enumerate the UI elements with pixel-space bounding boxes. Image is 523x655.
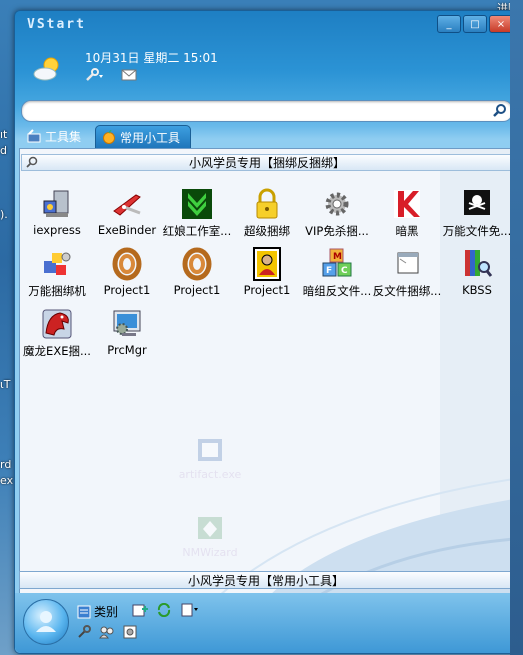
shortcut-vip-bind[interactable]: VIP免杀捆...: [302, 187, 372, 245]
group-footer[interactable]: 小风学员专用【常用小工具】: [19, 571, 513, 589]
monitor-gear-icon: [113, 310, 141, 336]
shortcut-universal-binder[interactable]: 万能捆绑机: [22, 247, 92, 305]
padlock-icon: [256, 188, 278, 219]
ghost-shortcut: artifact.exe: [170, 437, 250, 481]
tab-bar: 工具集 常用小工具: [21, 125, 192, 148]
category-icon: [77, 605, 91, 618]
window-title: VStart: [27, 17, 86, 32]
group-header-title: 小风学员专用【捆绑反捆绑】: [188, 156, 345, 170]
desktop-fragment: ex: [0, 474, 14, 487]
svg-text:F: F: [326, 266, 332, 276]
category-label: 类别: [94, 605, 119, 619]
shortcut-project1-a[interactable]: Project1: [92, 247, 162, 305]
header-tools: [85, 68, 137, 85]
person-icon: [36, 611, 56, 632]
toolbox-icon: [27, 129, 41, 143]
svg-text:M: M: [333, 252, 342, 262]
knife-icon: [113, 194, 141, 216]
apple-icon: [103, 130, 116, 144]
desktop-fragment: ıt: [0, 128, 8, 141]
card-icon: [253, 247, 281, 281]
dragon-icon: [42, 309, 72, 339]
add-item-icon[interactable]: [132, 603, 149, 620]
shortcut-hongniang[interactable]: 红娘工作室...: [162, 187, 232, 245]
desktop-right-edge: [510, 0, 523, 655]
maximize-button[interactable]: □: [463, 15, 487, 33]
vstart-window: VStart _ □ × 10月31日 星期二 15:01 工具集 常用小工具: [14, 10, 518, 654]
window-controls: _ □ ×: [437, 15, 513, 33]
group-header[interactable]: 小风学员专用【捆绑反捆绑】: [21, 154, 513, 171]
bottom-toolbar: 类别: [77, 602, 200, 620]
shortcut-anti-bind[interactable]: 反文件捆绑...: [372, 247, 442, 305]
shortcut-project1-c[interactable]: Project1: [232, 247, 302, 305]
tool-panel: 小风学员专用【捆绑反捆绑】 iexpress ExeBinder 红娘工作室..…: [19, 148, 515, 596]
tab-label: 常用小工具: [120, 130, 181, 145]
bottom-toolbar-secondary: [77, 625, 137, 642]
tab-label: 工具集: [45, 129, 82, 144]
books-search-icon: [465, 250, 493, 277]
svg-text:C: C: [341, 266, 348, 276]
start-orb-button[interactable]: [23, 599, 69, 645]
shortcut-project1-b[interactable]: Project1: [162, 247, 232, 305]
date-time: 10月31日 星期二 15:01: [85, 51, 218, 65]
weather-icon[interactable]: [33, 55, 63, 83]
shortcut-anhei[interactable]: 暗黑: [372, 187, 442, 245]
shortcut-universal-file[interactable]: 万能文件免...: [442, 187, 512, 245]
desktop-fragment: d: [0, 144, 7, 157]
kaspersky-icon: [394, 190, 420, 218]
search-icon[interactable]: [493, 103, 507, 120]
refresh-icon[interactable]: [156, 602, 172, 620]
pirate-flag-icon: [464, 190, 490, 215]
app-icon: [198, 439, 222, 461]
shortcut-super-bind[interactable]: 超级捆绑: [232, 187, 302, 245]
new-file-dropdown-icon[interactable]: [180, 603, 200, 620]
tab-toolset[interactable]: 工具集: [21, 125, 91, 147]
desktop-fragment: ).: [0, 208, 8, 221]
mail-icon[interactable]: [121, 69, 137, 84]
shortcut-exebinder[interactable]: ExeBinder: [92, 187, 162, 245]
desktop-fragment: ιT: [0, 378, 11, 391]
settings-icon[interactable]: [123, 625, 137, 642]
gear-icon: [325, 192, 349, 216]
ghost-shortcut: NMWizard: [170, 515, 250, 559]
window-icon: [397, 252, 419, 274]
wrench-icon[interactable]: [85, 68, 105, 85]
shortcut-anzu-anti[interactable]: MFC 暗组反文件...: [302, 247, 372, 305]
desktop-fragment: rd: [0, 458, 12, 471]
search-input[interactable]: [21, 100, 513, 122]
bottom-bar: 类别: [15, 593, 517, 653]
shortcut-prcmgr[interactable]: PrcMgr: [92, 307, 162, 365]
category-button[interactable]: 类别: [77, 603, 118, 620]
search-icon[interactable]: [26, 156, 38, 173]
blocks-icon: [44, 252, 71, 275]
rope-icon: [112, 247, 142, 281]
app-icon: [198, 517, 222, 539]
shortcut-iexpress[interactable]: iexpress: [22, 187, 92, 245]
download-arrow-icon: [182, 189, 212, 219]
shortcut-molong-exe[interactable]: 魔龙EXE捆...: [22, 307, 92, 365]
tab-common-tools[interactable]: 常用小工具: [95, 125, 192, 148]
users-icon[interactable]: [99, 625, 115, 642]
mfc-blocks-icon: MF C: [322, 248, 352, 277]
minimize-button[interactable]: _: [437, 15, 461, 33]
wrench-icon[interactable]: [77, 625, 91, 642]
rope-icon: [182, 247, 212, 281]
shortcut-kbss[interactable]: KBSS: [442, 247, 512, 305]
installer-icon: [43, 190, 69, 217]
